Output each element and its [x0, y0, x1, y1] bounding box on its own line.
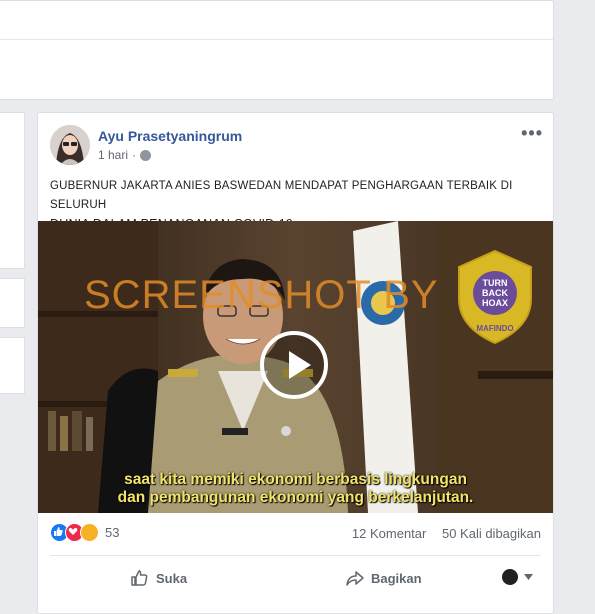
- reactions-summary[interactable]: 53: [50, 523, 119, 542]
- left-card: [0, 112, 25, 269]
- avatar[interactable]: [50, 125, 90, 165]
- watermark-text: SCREENSHOT BY: [84, 273, 439, 317]
- reaction-count: 53: [105, 525, 120, 540]
- shares-count[interactable]: 50 Kali dibagikan: [442, 526, 541, 541]
- separator-dot: ·: [132, 148, 137, 162]
- share-label: Bagikan: [371, 570, 422, 586]
- like-button[interactable]: Suka: [130, 563, 187, 593]
- share-icon: [346, 571, 364, 586]
- video-player[interactable]: SCREENSHOT BY TURN BACK HOAX MAFINDO saa…: [38, 221, 553, 513]
- author-name[interactable]: Ayu Prasetyaningrum: [98, 128, 242, 144]
- badge-text: BACK: [482, 288, 508, 298]
- divider: [0, 39, 553, 40]
- video-subtitle: saat kita memiki ekonomi berbasis lingku…: [124, 471, 467, 488]
- left-card: [0, 337, 25, 394]
- badge-text: HOAX: [482, 298, 508, 308]
- care-reaction-icon: [80, 523, 99, 542]
- post-stats: 12 Komentar 50 Kali dibagikan: [340, 526, 541, 541]
- badge-text: MAFINDO: [476, 324, 513, 333]
- reaction-selector[interactable]: [502, 569, 533, 585]
- page-avatar-icon: [502, 569, 518, 585]
- share-button[interactable]: Bagikan: [345, 563, 422, 593]
- comments-count[interactable]: 12 Komentar: [352, 526, 426, 541]
- chevron-down-icon: [524, 574, 533, 580]
- thumbs-up-icon: [131, 570, 148, 586]
- post-time[interactable]: 1 hari: [98, 148, 128, 162]
- like-label: Suka: [156, 570, 188, 586]
- post-meta: 1 hari ·: [98, 148, 152, 162]
- more-options-button[interactable]: •••: [521, 123, 543, 144]
- action-bar: Suka Bagikan: [38, 563, 553, 593]
- video-subtitle: dan pembangunan ekonomi yang berkelanjut…: [117, 489, 474, 506]
- globe-icon: [140, 149, 152, 161]
- left-card: [0, 278, 25, 328]
- mafindo-logo: TURN BACK HOAX MAFINDO: [455, 249, 535, 345]
- divider: [50, 555, 541, 556]
- play-button[interactable]: [260, 331, 328, 399]
- composer-card: [0, 0, 554, 100]
- post-text-line: GUBERNUR JAKARTA ANIES BASWEDAN MENDAPAT…: [50, 180, 513, 211]
- badge-text: TURN: [483, 278, 508, 288]
- post-card: Ayu Prasetyaningrum 1 hari · ••• GUBERNU…: [37, 112, 554, 614]
